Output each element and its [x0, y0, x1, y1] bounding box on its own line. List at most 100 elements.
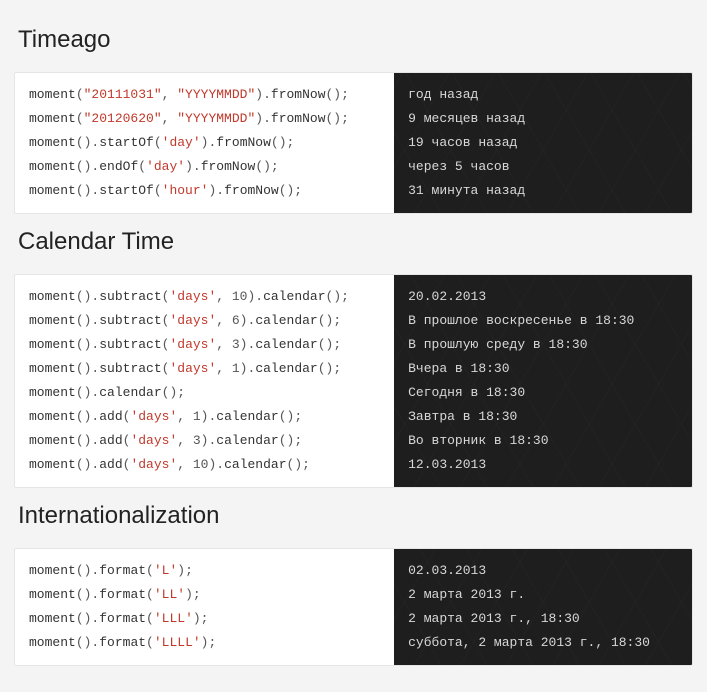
- code-token: (): [76, 409, 92, 424]
- code-token: fromNow: [216, 135, 271, 150]
- code-token: subtract: [99, 361, 161, 376]
- code-token: calendar: [255, 361, 317, 376]
- code-token: 'days': [130, 409, 177, 424]
- code-token: 'LL': [154, 587, 185, 602]
- code-token: "YYYYMMDD": [177, 87, 255, 102]
- code-token: (): [76, 457, 92, 472]
- code-token: moment: [29, 563, 76, 578]
- code-token: moment: [29, 457, 76, 472]
- code-token: format: [99, 587, 146, 602]
- code-token: (): [76, 337, 92, 352]
- output-line: Вчера в 18:30: [408, 357, 680, 381]
- code-line: moment().startOf('day').fromNow();: [29, 131, 382, 155]
- code-token: (: [76, 87, 84, 102]
- code-token: fromNow: [201, 159, 256, 174]
- code-token: , 3): [177, 433, 208, 448]
- code-token: "YYYYMMDD": [177, 111, 255, 126]
- code-token: ,: [162, 111, 178, 126]
- code-line: moment().calendar();: [29, 381, 382, 405]
- code-token: ();: [318, 361, 341, 376]
- output-pane: год назад9 месяцев назад19 часов назадче…: [394, 73, 692, 213]
- section-title: Calendar Time: [18, 228, 693, 256]
- code-token: , 1): [177, 409, 208, 424]
- code-line: moment().subtract('days', 1).calendar();: [29, 357, 382, 381]
- code-token: (): [76, 433, 92, 448]
- output-line: Сегодня в 18:30: [408, 381, 680, 405]
- code-token: (): [76, 611, 92, 626]
- code-token: moment: [29, 361, 76, 376]
- code-token: , 3): [216, 337, 247, 352]
- code-token: 'days': [130, 457, 177, 472]
- code-token: 'days': [169, 361, 216, 376]
- code-token: 'LLL': [154, 611, 193, 626]
- code-token: add: [99, 409, 122, 424]
- code-token: .: [263, 111, 271, 126]
- output-line: 02.03.2013: [408, 559, 680, 583]
- code-token: calendar: [216, 409, 278, 424]
- code-token: , 10): [177, 457, 216, 472]
- code-token: calendar: [224, 457, 286, 472]
- code-token: .: [216, 457, 224, 472]
- code-token: moment: [29, 587, 76, 602]
- code-token: .: [216, 183, 224, 198]
- code-line: moment().format('L');: [29, 559, 382, 583]
- code-token: ();: [326, 87, 349, 102]
- code-pane: moment().format('L'); moment().format('LL…: [15, 549, 394, 665]
- output-line: 2 марта 2013 г., 18:30: [408, 607, 680, 631]
- doc-root: Timeagomoment("20111031", "YYYYMMDD").fr…: [14, 26, 693, 666]
- code-token: ): [255, 87, 263, 102]
- code-token: );: [177, 563, 193, 578]
- code-token: moment: [29, 111, 76, 126]
- code-token: "20120620": [84, 111, 162, 126]
- code-token: moment: [29, 135, 76, 150]
- output-line: 20.02.2013: [408, 285, 680, 309]
- output-line: В прошлое воскресенье в 18:30: [408, 309, 680, 333]
- code-token: 'day': [162, 135, 201, 150]
- code-token: .: [255, 289, 263, 304]
- example-block: moment("20111031", "YYYYMMDD").fromNow()…: [14, 72, 693, 214]
- code-token: calendar: [99, 385, 161, 400]
- output-pane: 02.03.20132 марта 2013 г.2 марта 2013 г.…: [394, 549, 692, 665]
- code-token: ();: [279, 183, 302, 198]
- code-token: (): [76, 563, 92, 578]
- code-token: endOf: [99, 159, 138, 174]
- code-token: 'LLLL': [154, 635, 201, 650]
- code-token: moment: [29, 611, 76, 626]
- code-token: (): [76, 361, 92, 376]
- code-line: moment().format('LLLL');: [29, 631, 382, 655]
- code-token: moment: [29, 183, 76, 198]
- code-token: ): [185, 159, 193, 174]
- code-token: .: [193, 159, 201, 174]
- section-title: Timeago: [18, 26, 693, 54]
- code-token: ();: [279, 409, 302, 424]
- code-token: fromNow: [224, 183, 279, 198]
- code-token: (): [76, 159, 92, 174]
- code-token: 'hour': [162, 183, 209, 198]
- code-token: format: [99, 563, 146, 578]
- code-line: moment().format('LLL');: [29, 607, 382, 631]
- code-token: , 10): [216, 289, 255, 304]
- code-token: subtract: [99, 337, 161, 352]
- output-line: год назад: [408, 83, 680, 107]
- code-token: startOf: [99, 183, 154, 198]
- code-token: , 1): [216, 361, 247, 376]
- output-line: Во вторник в 18:30: [408, 429, 680, 453]
- code-line: moment().add('days', 10).calendar();: [29, 453, 382, 477]
- code-token: ();: [279, 433, 302, 448]
- code-token: 'days': [169, 289, 216, 304]
- code-token: (): [76, 587, 92, 602]
- code-token: (): [76, 135, 92, 150]
- output-line: 2 марта 2013 г.: [408, 583, 680, 607]
- code-token: "20111031": [84, 87, 162, 102]
- code-token: 'days': [169, 313, 216, 328]
- code-line: moment().add('days', 3).calendar();: [29, 429, 382, 453]
- code-line: moment().add('days', 1).calendar();: [29, 405, 382, 429]
- code-token: add: [99, 433, 122, 448]
- code-token: (: [154, 135, 162, 150]
- code-token: ();: [326, 289, 349, 304]
- code-token: 'L': [154, 563, 177, 578]
- code-token: calendar: [216, 433, 278, 448]
- code-token: (): [76, 183, 92, 198]
- code-token: (: [146, 587, 154, 602]
- code-token: (: [154, 183, 162, 198]
